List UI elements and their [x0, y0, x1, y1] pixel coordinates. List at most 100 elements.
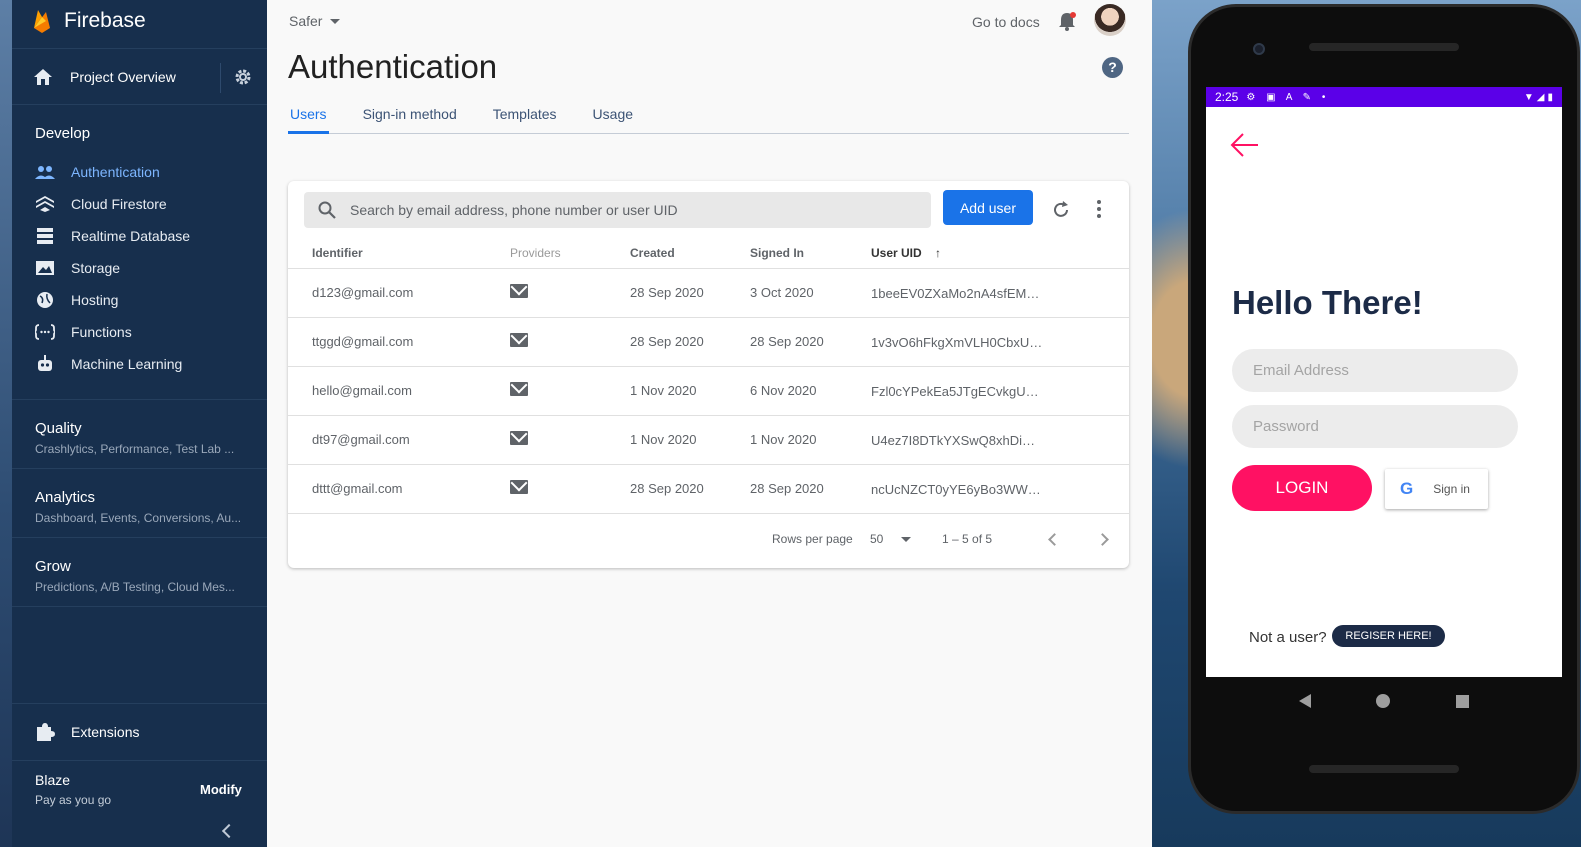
identifier: hello@gmail.com [288, 366, 510, 416]
top-speaker [1309, 43, 1459, 51]
column-signed-in[interactable]: Signed In [750, 239, 871, 269]
tab-templates[interactable]: Templates [491, 100, 559, 133]
identifier: dttt@gmail.com [288, 464, 510, 514]
home-icon [34, 68, 52, 85]
more-vert-icon[interactable] [1096, 199, 1102, 219]
sidebar-group-grow[interactable]: Grow Predictions, A/B Testing, Cloud Mes… [12, 538, 267, 607]
table-row[interactable]: dttt@gmail.com 28 Sep 2020 28 Sep 2020 n… [288, 464, 1129, 514]
search-icon [318, 201, 336, 219]
user-uid: ncUcNZCT0yYE6yBo3WWcs... [871, 481, 1043, 497]
rows-per-page-select[interactable]: 50 [870, 532, 883, 546]
notification-bell-icon[interactable] [1057, 11, 1077, 31]
refresh-icon[interactable] [1051, 200, 1071, 220]
collapse-sidebar-icon[interactable] [221, 823, 237, 839]
search-bar[interactable] [304, 192, 931, 228]
user-uid: U4ez7I8DTkYXSwQ8xhDiXXr... [871, 432, 1043, 448]
auth-tabs: Users Sign-in method Templates Usage [288, 100, 1129, 134]
modify-plan-button[interactable]: Modify [200, 782, 242, 797]
project-overview[interactable]: Project Overview [12, 48, 267, 105]
table-row[interactable]: hello@gmail.com 1 Nov 2020 6 Nov 2020 Fz… [288, 366, 1129, 416]
back-arrow-icon[interactable] [1230, 132, 1260, 158]
column-providers: Providers [510, 239, 630, 269]
nav-back-icon[interactable] [1298, 694, 1311, 708]
page-title: Authentication [288, 48, 498, 85]
android-status-bar: 2:25 ⚙ ▣ A ✎ • ▼◢▮ [1206, 87, 1562, 107]
group-subtitle: Dashboard, Events, Conversions, Au... [35, 511, 240, 525]
user-avatar[interactable] [1094, 4, 1126, 36]
sidebar-item-label: Hosting [71, 292, 119, 308]
signed-in-date: 1 Nov 2020 [750, 415, 871, 465]
firebase-sidebar: Firebase Project Overview Develop Authen… [12, 0, 267, 847]
sidebar-item-machine-learning[interactable]: Machine Learning [12, 348, 267, 380]
signed-in-date: 6 Nov 2020 [750, 366, 871, 416]
bottom-speaker [1309, 765, 1459, 773]
register-button[interactable]: REGISER HERE! [1332, 625, 1445, 647]
extensions-label: Extensions [71, 724, 140, 740]
sidebar-item-hosting[interactable]: Hosting [12, 284, 267, 316]
plan-description: Pay as you go [35, 793, 112, 807]
table-row[interactable]: d123@gmail.com 28 Sep 2020 3 Oct 2020 1b… [288, 268, 1129, 318]
email-field[interactable] [1232, 349, 1518, 392]
signed-in-date: 3 Oct 2020 [750, 268, 871, 318]
go-to-docs-link[interactable]: Go to docs [972, 14, 1040, 30]
email-provider-icon [510, 333, 528, 347]
user-uid: 1beeEV0ZXaMo2nA4sfEMrk... [871, 285, 1043, 301]
project-selector[interactable]: Safer [289, 13, 341, 29]
sidebar-item-functions[interactable]: Functions [12, 316, 267, 348]
google-sign-in-button[interactable]: G Sign in [1385, 469, 1488, 509]
tab-users[interactable]: Users [288, 100, 329, 134]
sidebar-group-analytics[interactable]: Analytics Dashboard, Events, Conversions… [12, 469, 267, 538]
password-field[interactable] [1232, 405, 1518, 448]
sidebar-item-authentication[interactable]: Authentication [12, 156, 267, 188]
table-row[interactable]: dt97@gmail.com 1 Nov 2020 1 Nov 2020 U4e… [288, 415, 1129, 465]
column-created[interactable]: Created [630, 239, 750, 269]
sidebar-group-quality[interactable]: Quality Crashlytics, Performance, Test L… [12, 400, 267, 469]
table-header-row: Identifier Providers Created Signed In U… [288, 239, 1129, 269]
sidebar-item-label: Machine Learning [71, 356, 183, 372]
project-overview-label: Project Overview [70, 68, 176, 85]
next-page-icon[interactable] [1096, 533, 1109, 546]
table-row[interactable]: ttggd@gmail.com 28 Sep 2020 28 Sep 2020 … [288, 317, 1129, 367]
sidebar-item-storage[interactable]: Storage [12, 252, 267, 284]
sidebar-item-extensions[interactable]: Extensions [12, 703, 267, 761]
people-icon [35, 162, 55, 182]
created-date: 1 Nov 2020 [630, 415, 750, 465]
created-date: 1 Nov 2020 [630, 366, 750, 416]
group-subtitle: Crashlytics, Performance, Test Lab ... [35, 442, 235, 456]
add-user-button[interactable]: Add user [943, 190, 1033, 225]
sidebar-item-label: Storage [71, 260, 121, 276]
sidebar-item-label: Cloud Firestore [71, 196, 167, 212]
sidebar-item-label: Realtime Database [71, 228, 191, 244]
previous-page-icon[interactable] [1048, 533, 1061, 546]
column-user-uid[interactable]: User UID ↑ [871, 239, 1129, 269]
sidebar-item-realtime-database[interactable]: Realtime Database [12, 220, 267, 252]
help-icon[interactable]: ? [1102, 57, 1123, 78]
google-logo-icon: G [1400, 479, 1414, 498]
search-input[interactable] [350, 202, 910, 218]
login-button[interactable]: LOGIN [1232, 465, 1372, 511]
tab-sign-in-method[interactable]: Sign-in method [361, 100, 459, 133]
status-system-icons: ▼◢▮ [1523, 91, 1556, 103]
signed-in-date: 28 Sep 2020 [750, 464, 871, 514]
column-identifier[interactable]: Identifier [288, 239, 510, 269]
email-provider-icon [510, 431, 528, 445]
identifier: dt97@gmail.com [288, 415, 510, 465]
nav-home-icon[interactable] [1376, 694, 1391, 708]
nav-recents-icon[interactable] [1456, 694, 1470, 708]
user-uid: 1v3vO6hFkgXmVLH0CbxUlb... [871, 334, 1043, 350]
email-provider-icon [510, 480, 528, 494]
main-content: Safer Go to docs Authentication ? Users … [267, 0, 1152, 847]
gear-icon[interactable] [234, 68, 252, 86]
greeting-heading: Hello There! [1232, 284, 1423, 321]
created-date: 28 Sep 2020 [630, 317, 750, 367]
project-name: Safer [289, 13, 323, 29]
chevron-down-icon[interactable] [901, 537, 911, 542]
created-date: 28 Sep 2020 [630, 268, 750, 318]
created-date: 28 Sep 2020 [630, 464, 750, 514]
billing-plan: Blaze Pay as you go [35, 772, 111, 807]
identifier: d123@gmail.com [288, 268, 510, 318]
sidebar-item-cloud-firestore[interactable]: Cloud Firestore [12, 188, 267, 220]
group-title: Analytics [35, 489, 96, 506]
tab-usage[interactable]: Usage [591, 100, 635, 133]
firebase-logo-row[interactable]: Firebase [12, 0, 267, 42]
